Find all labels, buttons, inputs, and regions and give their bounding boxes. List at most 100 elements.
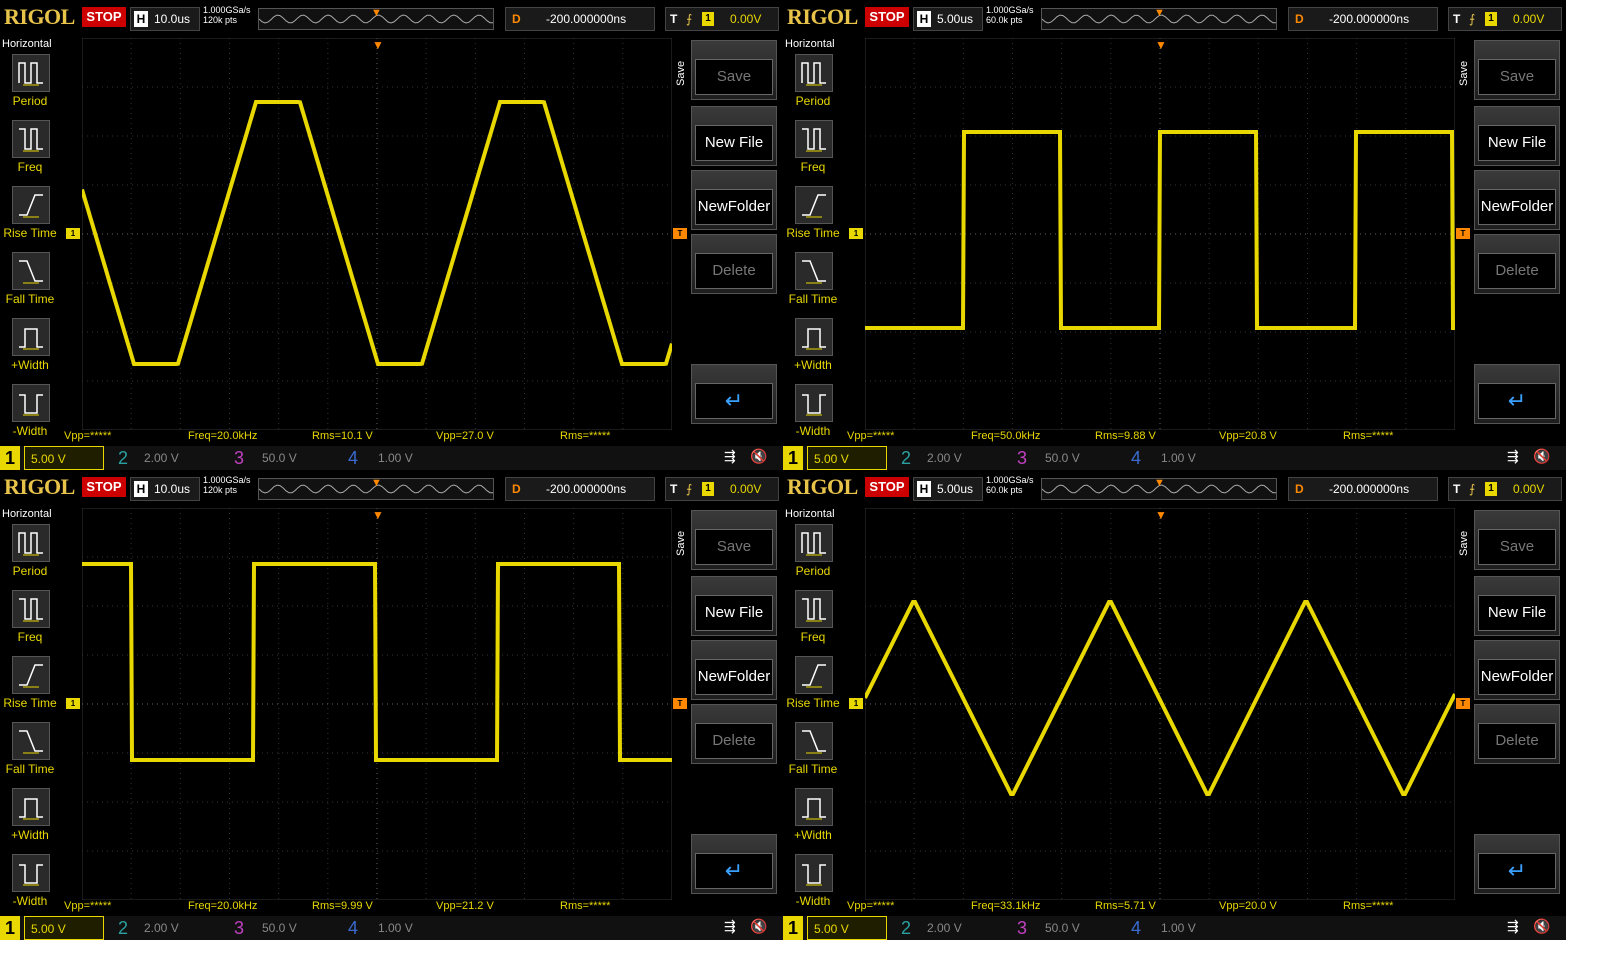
ch2-scale[interactable]: 2.00 V	[144, 446, 179, 470]
horizontal-timebase[interactable]: H 10.0us	[130, 477, 200, 501]
ch3-indicator[interactable]: 3	[234, 916, 244, 940]
ch3-indicator[interactable]: 3	[1017, 446, 1027, 470]
ch4-indicator[interactable]: 4	[348, 916, 358, 940]
measure-item--width[interactable]: +Width	[783, 318, 843, 380]
ch1-offset-marker[interactable]: 1	[66, 698, 80, 709]
mute-icon[interactable]: 🔇	[1533, 918, 1550, 935]
ch1-indicator[interactable]: 1	[783, 446, 803, 470]
measure-item-rise-time[interactable]: Rise Time	[0, 186, 60, 248]
softkey-new-file[interactable]: New File	[1474, 576, 1560, 636]
ch4-scale[interactable]: 1.00 V	[378, 446, 413, 470]
mute-icon[interactable]: 🔇	[750, 918, 767, 935]
measure-item-rise-time[interactable]: Rise Time	[783, 186, 843, 248]
ch3-scale[interactable]: 50.0 V	[1045, 446, 1080, 470]
ch4-indicator[interactable]: 4	[1131, 446, 1141, 470]
waveform-grid[interactable]	[82, 38, 672, 430]
softkey-newfolder[interactable]: NewFolder	[1474, 170, 1560, 230]
measure-item-period[interactable]: Period	[0, 54, 60, 116]
softkey-delete[interactable]: Delete	[691, 704, 777, 764]
measure-item--width[interactable]: -Width	[0, 384, 60, 446]
softkey-save[interactable]: Save	[1474, 40, 1560, 100]
ch2-scale[interactable]: 2.00 V	[927, 916, 962, 940]
softkey-save[interactable]: Save	[691, 40, 777, 100]
delay-readout[interactable]: D -200.000000ns	[1288, 7, 1438, 31]
ch4-scale[interactable]: 1.00 V	[378, 916, 413, 940]
ch1-scale[interactable]: 5.00 V	[807, 446, 887, 470]
trigger-readout[interactable]: T ⨍ 1 0.00V	[665, 477, 779, 501]
ch4-scale[interactable]: 1.00 V	[1161, 916, 1196, 940]
ch3-scale[interactable]: 50.0 V	[262, 446, 297, 470]
softkey-back[interactable]: ↵	[691, 364, 777, 424]
softkey-new-file[interactable]: New File	[691, 106, 777, 166]
trigger-position-marker[interactable]: ▼	[372, 508, 384, 522]
ch3-indicator[interactable]: 3	[234, 446, 244, 470]
ch1-scale[interactable]: 5.00 V	[24, 446, 104, 470]
softkey-new-file[interactable]: New File	[691, 576, 777, 636]
measure-item-period[interactable]: Period	[0, 524, 60, 586]
ch1-offset-marker[interactable]: 1	[849, 228, 863, 239]
ch2-indicator[interactable]: 2	[118, 916, 128, 940]
measure-item--width[interactable]: -Width	[783, 384, 843, 446]
ch4-indicator[interactable]: 4	[348, 446, 358, 470]
run-stop-status[interactable]: STOP	[865, 7, 909, 27]
memory-overview[interactable]: ▼	[258, 477, 494, 500]
softkey-back[interactable]: ↵	[691, 834, 777, 894]
ch2-indicator[interactable]: 2	[118, 446, 128, 470]
softkey-new-file[interactable]: New File	[1474, 106, 1560, 166]
ch3-scale[interactable]: 50.0 V	[1045, 916, 1080, 940]
ch1-indicator[interactable]: 1	[0, 446, 20, 470]
softkey-save[interactable]: Save	[1474, 510, 1560, 570]
ch1-indicator[interactable]: 1	[783, 916, 803, 940]
softkey-save[interactable]: Save	[691, 510, 777, 570]
ch2-scale[interactable]: 2.00 V	[927, 446, 962, 470]
measure-item--width[interactable]: -Width	[0, 854, 60, 916]
mute-icon[interactable]: 🔇	[1533, 448, 1550, 465]
measure-item-period[interactable]: Period	[783, 524, 843, 586]
horizontal-timebase[interactable]: H 10.0us	[130, 7, 200, 31]
delay-readout[interactable]: D -200.000000ns	[505, 477, 655, 501]
ch1-scale[interactable]: 5.00 V	[807, 916, 887, 940]
measure-item-rise-time[interactable]: Rise Time	[0, 656, 60, 718]
waveform-grid[interactable]	[82, 508, 672, 900]
waveform-grid[interactable]	[865, 508, 1455, 900]
memory-overview[interactable]: ▼	[258, 7, 494, 30]
trigger-position-marker[interactable]: ▼	[1155, 38, 1167, 52]
measure-item-freq[interactable]: Freq	[0, 590, 60, 652]
measure-item-fall-time[interactable]: Fall Time	[0, 252, 60, 314]
softkey-back[interactable]: ↵	[1474, 834, 1560, 894]
ch2-indicator[interactable]: 2	[901, 446, 911, 470]
softkey-delete[interactable]: Delete	[1474, 704, 1560, 764]
run-stop-status[interactable]: STOP	[82, 7, 126, 27]
trigger-position-marker[interactable]: ▼	[372, 38, 384, 52]
measure-item-fall-time[interactable]: Fall Time	[783, 252, 843, 314]
ch1-scale[interactable]: 5.00 V	[24, 916, 104, 940]
softkey-newfolder[interactable]: NewFolder	[691, 640, 777, 700]
softkey-newfolder[interactable]: NewFolder	[691, 170, 777, 230]
ch3-indicator[interactable]: 3	[1017, 916, 1027, 940]
ch3-scale[interactable]: 50.0 V	[262, 916, 297, 940]
delay-readout[interactable]: D -200.000000ns	[505, 7, 655, 31]
horizontal-timebase[interactable]: H 5.00us	[913, 7, 983, 31]
delay-readout[interactable]: D -200.000000ns	[1288, 477, 1438, 501]
run-stop-status[interactable]: STOP	[82, 477, 126, 497]
measure-item--width[interactable]: -Width	[783, 854, 843, 916]
ch2-indicator[interactable]: 2	[901, 916, 911, 940]
ch2-scale[interactable]: 2.00 V	[144, 916, 179, 940]
trigger-readout[interactable]: T ⨍ 1 0.00V	[665, 7, 779, 31]
measure-item--width[interactable]: +Width	[0, 318, 60, 380]
mute-icon[interactable]: 🔇	[750, 448, 767, 465]
measure-item--width[interactable]: +Width	[0, 788, 60, 850]
softkey-delete[interactable]: Delete	[691, 234, 777, 294]
trigger-readout[interactable]: T ⨍ 1 0.00V	[1448, 477, 1562, 501]
measure-item-fall-time[interactable]: Fall Time	[0, 722, 60, 784]
run-stop-status[interactable]: STOP	[865, 477, 909, 497]
horizontal-timebase[interactable]: H 5.00us	[913, 477, 983, 501]
measure-item-rise-time[interactable]: Rise Time	[783, 656, 843, 718]
ch1-indicator[interactable]: 1	[0, 916, 20, 940]
measure-item-freq[interactable]: Freq	[0, 120, 60, 182]
measure-item-period[interactable]: Period	[783, 54, 843, 116]
measure-item-fall-time[interactable]: Fall Time	[783, 722, 843, 784]
softkey-delete[interactable]: Delete	[1474, 234, 1560, 294]
trigger-position-marker[interactable]: ▼	[1155, 508, 1167, 522]
measure-item-freq[interactable]: Freq	[783, 120, 843, 182]
